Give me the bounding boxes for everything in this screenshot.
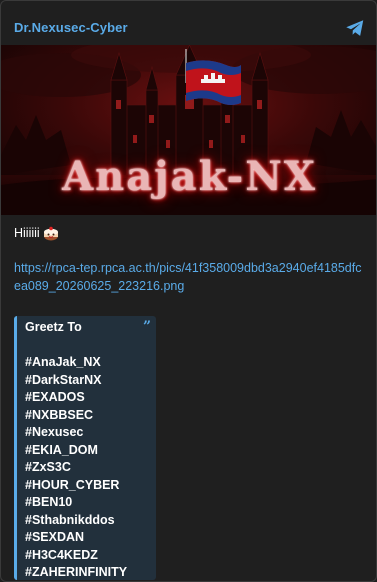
image-link[interactable]: https://rpca-tep.rpca.ac.th/pics/41f3580… — [14, 260, 362, 295]
greeting-line: Hiiiiii — [14, 225, 366, 241]
telegram-send-icon[interactable] — [344, 17, 366, 39]
hashtag-item[interactable]: #ZAHERINFINITY — [25, 564, 156, 581]
greeting-text: Hiiiiii — [14, 226, 40, 240]
hashtag-item[interactable]: #EKIA_DOM — [25, 442, 156, 460]
hashtag-item[interactable]: #H3C4KEDZ — [25, 547, 156, 565]
cake-face-emoji-icon — [43, 226, 58, 241]
hashtag-item[interactable]: #BEN10 — [25, 494, 156, 512]
hashtag-item[interactable]: #ZxS3C — [25, 459, 156, 477]
hashtag-item[interactable]: #Nexusec — [25, 424, 156, 442]
post-header: Dr.Nexusec-Cyber — [1, 1, 376, 45]
quote-icon: ” — [142, 319, 151, 335]
hashtag-item[interactable]: #NXBBSEC — [25, 407, 156, 425]
cambodia-flag-icon — [186, 60, 241, 105]
telegram-post-card: Dr.Nexusec-Cyber Anajak-NX Hiiiiii https… — [0, 0, 377, 582]
quote-title: Greetz To — [25, 320, 82, 334]
hashtag-item[interactable]: #HOUR_CYBER — [25, 477, 156, 495]
channel-name[interactable]: Dr.Nexusec-Cyber — [14, 20, 128, 35]
hashtag-item[interactable]: #DarkStarNX — [25, 372, 156, 390]
hashtag-item[interactable]: #EXADOS — [25, 389, 156, 407]
banner-title: Anajak-NX — [62, 153, 317, 200]
message-body: Hiiiiii https://rpca-tep.rpca.ac.th/pics… — [14, 225, 366, 295]
hashtag-item[interactable]: #AnaJak_NX — [25, 354, 156, 372]
tag-list: #AnaJak_NX #DarkStarNX #EXADOS #NXBBSEC … — [25, 354, 156, 581]
hashtag-item[interactable]: #Sthabnikddos — [25, 512, 156, 530]
hashtag-item[interactable]: #SEXDAN — [25, 529, 156, 547]
greetz-quote-block: ” Greetz To #AnaJak_NX #DarkStarNX #EXAD… — [14, 316, 156, 580]
banner-image[interactable]: Anajak-NX — [1, 45, 376, 215]
